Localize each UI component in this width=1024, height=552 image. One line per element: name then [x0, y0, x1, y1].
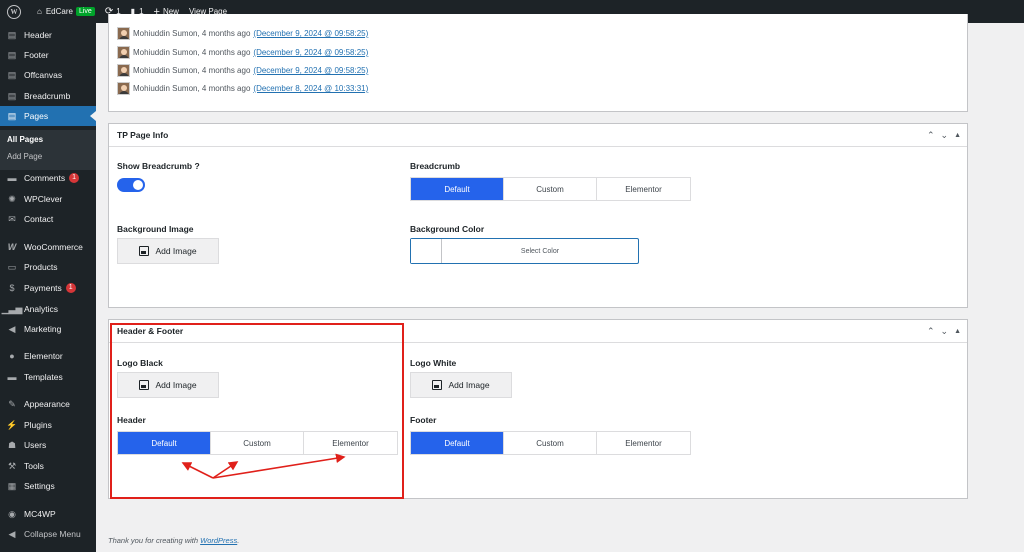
footer-suffix: .	[237, 536, 240, 545]
annotation-arrow	[212, 453, 346, 479]
admin-footer-text: Thank you for creating with WordPress.	[108, 536, 239, 545]
annotation-arrow	[181, 462, 214, 479]
annotation-arrows	[181, 453, 346, 479]
wordpress-link[interactable]: WordPress	[200, 536, 237, 545]
footer-prefix: Thank you for creating with	[108, 536, 201, 545]
